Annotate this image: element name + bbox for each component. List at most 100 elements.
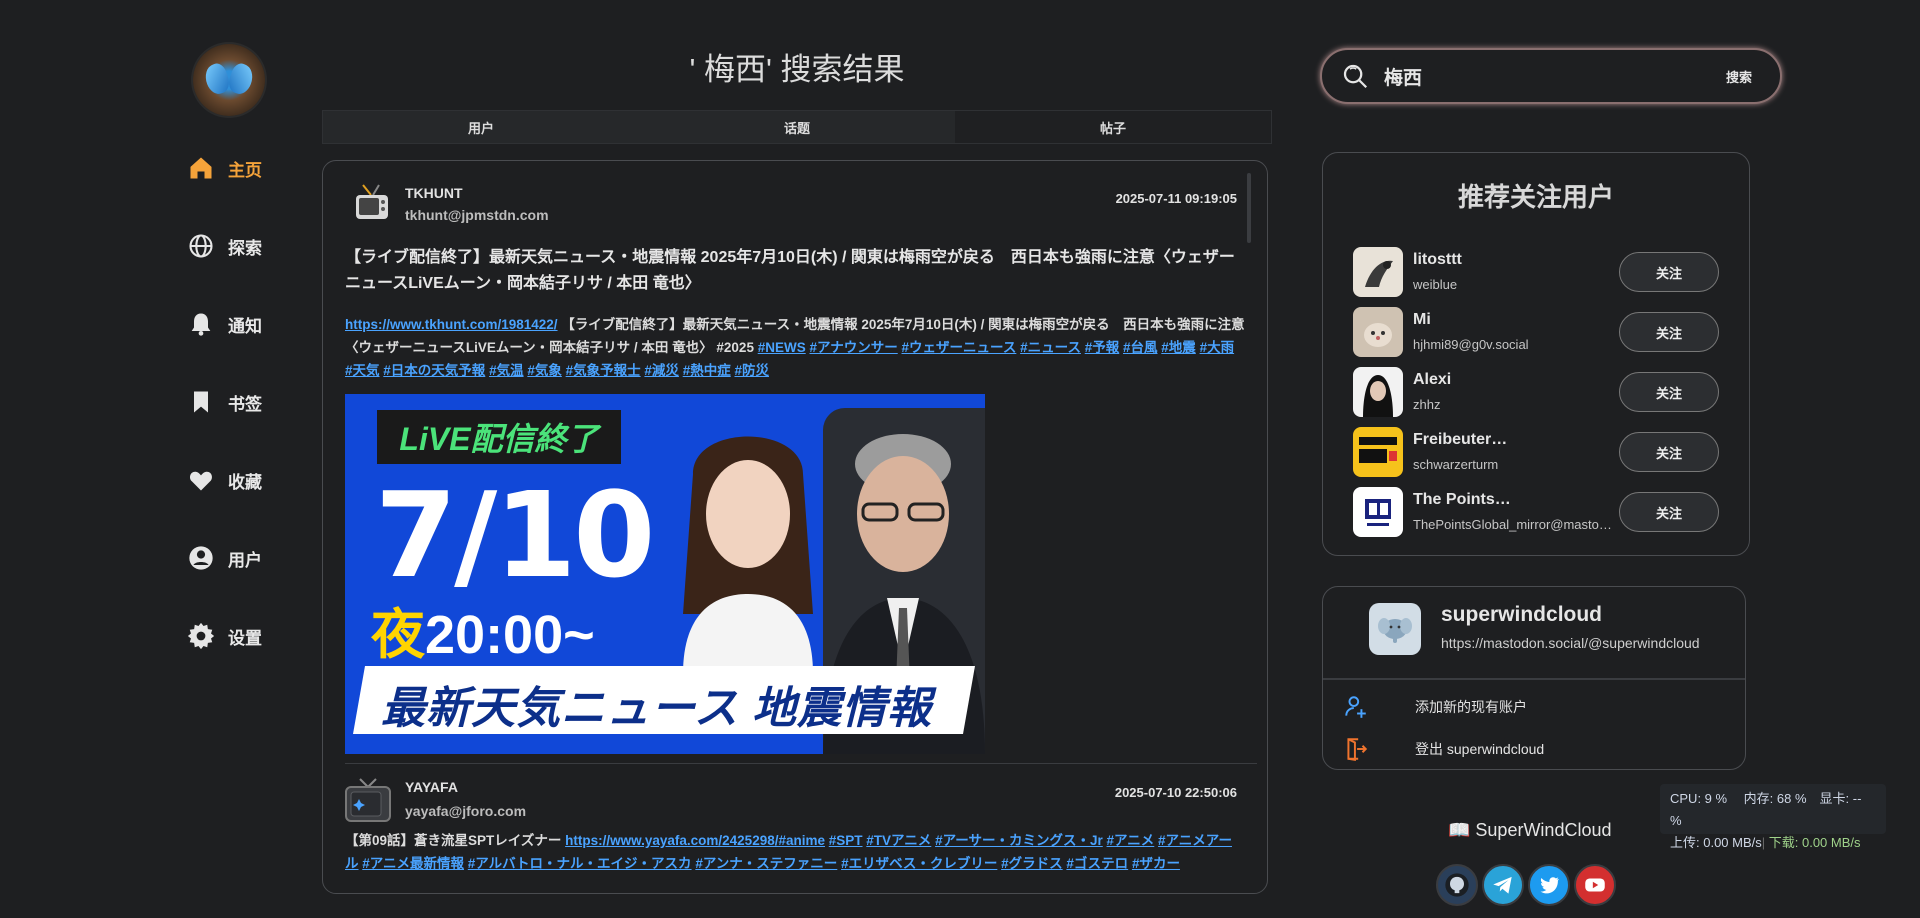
image-date: 7/10 — [375, 466, 655, 604]
hashtag-link[interactable]: #アーサー・カミングス・Jr — [935, 833, 1103, 848]
hashtag-link[interactable]: #気象 — [527, 363, 562, 378]
recommended-user: Mi hjhmi89@g0v.social 关注 — [1353, 307, 1723, 357]
hashtag-link[interactable]: #アニメ最新情報 — [362, 856, 464, 871]
home-icon — [186, 153, 216, 183]
post-avatar[interactable] — [351, 181, 393, 223]
nav-item-settings[interactable]: 设置 — [186, 616, 306, 656]
recommended-title: 推荐关注用户 — [1457, 182, 1614, 212]
add-account-button[interactable]: 添加新的现有账户 — [1341, 692, 1527, 722]
hashtag-link[interactable]: #NEWS — [758, 340, 806, 355]
follow-button[interactable]: 关注 — [1619, 372, 1719, 412]
hashtag-link[interactable]: #日本の天気予報 — [383, 363, 485, 378]
post-author-name[interactable]: TKHUNT — [405, 185, 463, 201]
telegram-icon[interactable] — [1482, 864, 1524, 906]
hashtag-link[interactable]: #anime — [778, 833, 825, 848]
hashtag-link[interactable]: #アンナ・ステファニー — [695, 856, 837, 871]
user-name[interactable]: litosttt — [1413, 251, 1462, 269]
user-avatar[interactable] — [1353, 247, 1403, 297]
user-avatar[interactable] — [1353, 307, 1403, 357]
hashtag-link[interactable]: #アルバトロ・ナル・エイジ・アスカ — [468, 856, 692, 871]
image-banner-text: 最新天気ニュース 地震情報 — [381, 684, 933, 733]
hashtag-link[interactable]: #気温 — [489, 363, 524, 378]
user-name[interactable]: Freibeuter… — [1413, 431, 1507, 449]
user-name[interactable]: The Points… — [1413, 491, 1511, 509]
youtube-icon[interactable] — [1574, 864, 1616, 906]
hashtag-link[interactable]: #アニメ — [1107, 833, 1155, 848]
search-bar: 搜索 — [1320, 48, 1782, 104]
hashtag-link[interactable]: #ニュース — [1020, 340, 1081, 355]
nav-label: 收藏 — [228, 472, 262, 492]
account-name[interactable]: superwindcloud — [1441, 603, 1602, 627]
post-item: YAYAFA yayafa@jforo.com 2025-07-10 22:50… — [323, 763, 1267, 893]
nav-item-notifications[interactable]: 通知 — [186, 304, 306, 344]
elephant-icon — [1378, 618, 1412, 643]
hashtag-link[interactable]: #減災 — [644, 363, 679, 378]
recommended-users-panel: 推荐关注用户 litosttt weiblue 关注 Mi hjhmi89@g0… — [1322, 152, 1750, 556]
hashtag-link[interactable]: #台風 — [1123, 340, 1158, 355]
account-panel: superwindcloud https://mastodon.social/@… — [1322, 586, 1746, 770]
user-circle-icon — [186, 543, 216, 573]
nav-item-bookmarks[interactable]: 书签 — [186, 382, 306, 422]
tab-topics[interactable]: 话题 — [639, 111, 955, 143]
social-links — [1436, 864, 1616, 906]
user-name[interactable]: Alexi — [1413, 371, 1451, 389]
hashtag-link[interactable]: #エリザベス・クレブリー — [841, 856, 997, 871]
nav-item-explore[interactable]: 探索 — [186, 226, 306, 266]
twitter-icon[interactable] — [1528, 864, 1570, 906]
tab-users[interactable]: 用户 — [323, 111, 639, 143]
post-link[interactable]: https://www.tkhunt.com/1981422/ — [345, 317, 558, 332]
post-author-handle[interactable]: yayafa@jforo.com — [405, 803, 526, 819]
hashtag-link[interactable]: #TVアニメ — [866, 833, 931, 848]
follow-button[interactable]: 关注 — [1619, 432, 1719, 472]
recommended-user: Alexi zhhz 关注 — [1353, 367, 1723, 417]
heart-icon — [186, 465, 216, 495]
post-author-handle[interactable]: tkhunt@jpmstdn.com — [405, 207, 549, 223]
hashtag-link[interactable]: #ザカー — [1132, 856, 1180, 871]
nav-label: 探索 — [228, 238, 262, 258]
github-icon[interactable] — [1436, 864, 1478, 906]
hashtag-link[interactable]: #ゴステロ — [1066, 856, 1128, 871]
hashtag-link[interactable]: #地震 — [1161, 340, 1196, 355]
hashtag-link[interactable]: #ウェザーニュース — [902, 340, 1017, 355]
user-handle: schwarzerturm — [1413, 457, 1499, 472]
nav-item-users[interactable]: 用户 — [186, 538, 306, 578]
nav-item-home[interactable]: 主页 — [186, 148, 306, 188]
hashtag-link[interactable]: #SPT — [829, 833, 863, 848]
page-title: ' 梅西' 搜索结果 — [689, 52, 905, 87]
post-image[interactable]: LiVE配信終了 7/10 夜20:00~ 最新天気ニュース 地震情報 — [345, 394, 985, 754]
hashtag-link[interactable]: #気象予報士 — [566, 363, 641, 378]
post-body: 【第09話】蒼き流星SPTレイズナー https://www.yayafa.co… — [345, 829, 1245, 875]
post-author-name[interactable]: YAYAFA — [405, 779, 458, 795]
follow-button[interactable]: 关注 — [1619, 312, 1719, 352]
user-name[interactable]: Mi — [1413, 311, 1431, 329]
post-link[interactable]: https://www.yayafa.com/2425298/ — [565, 833, 778, 848]
sidebar-nav: 主页 探索 通知 书签 收藏 用户 设置 — [186, 148, 306, 694]
system-stats: CPU: 9 % 内存: 68 % 显卡: -- % 上传: 0.00 MB/s… — [1660, 784, 1886, 850]
user-avatar[interactable] — [1353, 427, 1403, 477]
nav-item-favourites[interactable]: 收藏 — [186, 460, 306, 500]
post-avatar[interactable] — [343, 775, 393, 825]
post-title: 【ライブ配信終了】最新天気ニュース・地震情報 2025年7月10日(木) / 関… — [345, 249, 1235, 292]
logout-button[interactable]: 登出 superwindcloud — [1341, 734, 1544, 764]
hashtag-link[interactable]: #グラドス — [1001, 856, 1063, 871]
user-avatar[interactable] — [1353, 367, 1403, 417]
search-button[interactable]: 搜索 — [1726, 67, 1752, 86]
hashtag-link[interactable]: #熱中症 — [683, 363, 731, 378]
profile-avatar[interactable] — [193, 44, 265, 116]
post-feed[interactable]: TKHUNT tkhunt@jpmstdn.com 2025-07-11 09:… — [322, 160, 1268, 894]
hashtag-link[interactable]: #アナウンサー — [809, 340, 897, 355]
account-url[interactable]: https://mastodon.social/@superwindcloud — [1441, 635, 1700, 651]
follow-button[interactable]: 关注 — [1619, 492, 1719, 532]
stats-network: 上传: 0.00 MB/s| 下载: 0.00 MB/s — [1670, 835, 1861, 850]
hashtag-link[interactable]: #防災 — [734, 363, 769, 378]
hashtag-link[interactable]: #予報 — [1085, 340, 1120, 355]
search-input[interactable] — [1384, 65, 1726, 87]
hashtag-link[interactable]: #天気 — [345, 363, 380, 378]
footer-brand[interactable]: 📖 SuperWindCloud — [1448, 820, 1612, 841]
tab-posts[interactable]: 帖子 — [955, 111, 1271, 143]
hashtag-link[interactable]: #大雨 — [1200, 340, 1235, 355]
account-avatar[interactable] — [1369, 603, 1421, 655]
follow-button[interactable]: 关注 — [1619, 252, 1719, 292]
bell-icon — [186, 309, 216, 339]
user-avatar[interactable] — [1353, 487, 1403, 537]
